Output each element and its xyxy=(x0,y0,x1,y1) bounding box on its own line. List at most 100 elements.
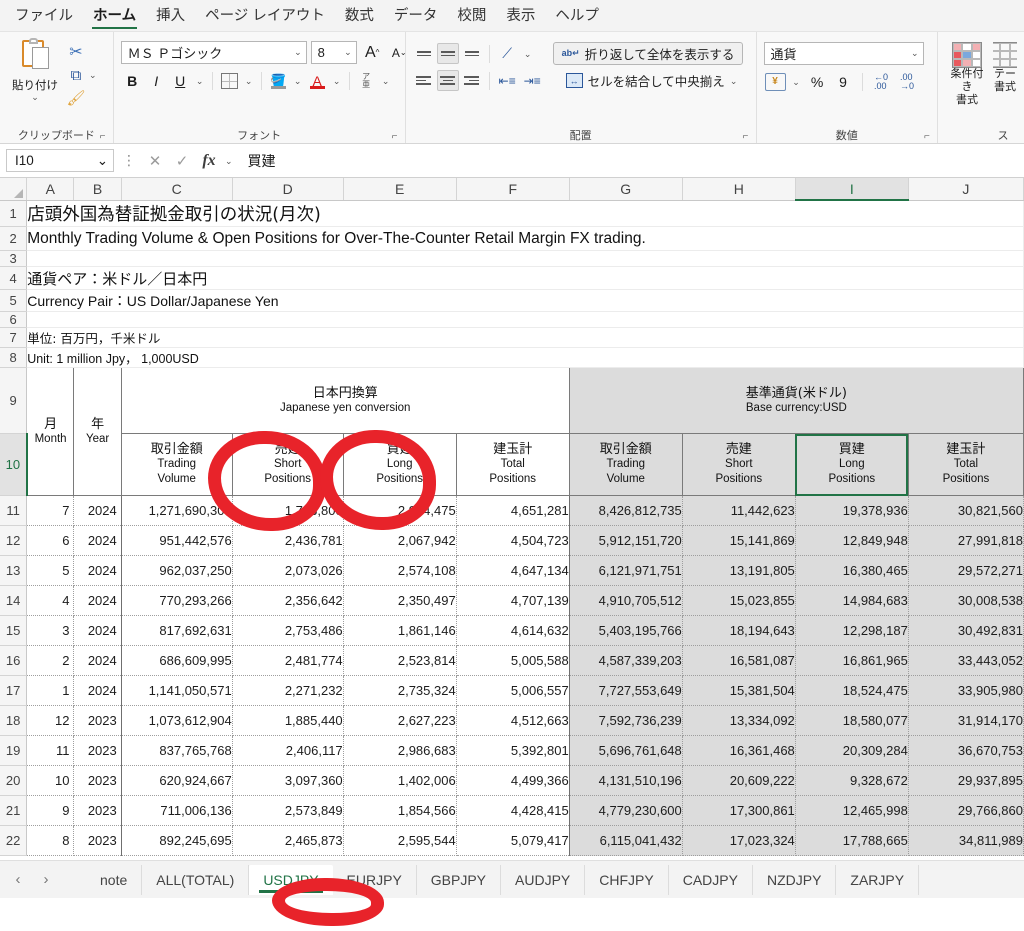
ribbon-tab-view[interactable]: 表示 xyxy=(497,1,544,31)
cell-usd-long[interactable]: 20,309,284 xyxy=(795,735,909,766)
column-header-g[interactable]: G xyxy=(569,178,683,201)
cell-a2-title-en[interactable]: Monthly Trading Volume & Open Positions … xyxy=(26,226,1024,251)
align-top-button[interactable] xyxy=(413,43,435,64)
underline-chevron-down-icon[interactable]: ⌄ xyxy=(193,69,207,92)
merge-chevron-down-icon[interactable]: ⌄ xyxy=(730,76,738,85)
cell-jpy-total[interactable]: 4,499,366 xyxy=(456,765,570,796)
cell-usd-short[interactable]: 15,023,855 xyxy=(682,585,796,616)
header-usd-total-positions[interactable]: 建玉計 Total Positions xyxy=(907,433,1024,496)
cell-usd-short[interactable]: 13,334,092 xyxy=(682,705,796,736)
cell-jpy-volume[interactable]: 817,692,631 xyxy=(121,615,233,646)
phonetic-guide-button[interactable]: ア 亜 xyxy=(355,69,378,92)
row-header-21[interactable]: 21 xyxy=(0,795,28,826)
orientation-button[interactable]: ⟋ xyxy=(496,42,519,65)
cell-jpy-volume[interactable]: 686,609,995 xyxy=(121,645,233,676)
column-header-a[interactable]: A xyxy=(26,178,75,201)
confirm-entry-icon[interactable]: ✓ xyxy=(171,152,193,170)
cell-month[interactable]: 1 xyxy=(26,675,75,706)
cell-usd-long[interactable]: 16,861,965 xyxy=(795,645,909,676)
cell-jpy-total[interactable]: 5,005,588 xyxy=(456,645,570,676)
row-header-18[interactable]: 18 xyxy=(0,705,28,736)
cell-jpy-short[interactable]: 2,356,642 xyxy=(232,585,344,616)
ribbon-tab-help[interactable]: ヘルプ xyxy=(546,1,608,31)
cell-jpy-short[interactable]: 2,271,232 xyxy=(232,675,344,706)
increase-indent-button[interactable]: ⇥≡ xyxy=(521,69,544,92)
font-dialog-launcher-icon[interactable]: ⌐ xyxy=(392,131,403,142)
cell-month[interactable]: 2 xyxy=(26,645,75,676)
cell-a3-blank[interactable] xyxy=(26,250,1024,267)
cell-usd-total[interactable]: 29,766,860 xyxy=(908,795,1024,826)
decrease-decimal-button[interactable]: .00 →0 xyxy=(896,70,919,93)
sheet-tab-cadjpy[interactable]: CADJPY xyxy=(669,864,753,895)
cell-jpy-volume[interactable]: 951,442,576 xyxy=(121,525,233,556)
cell-usd-long[interactable]: 12,465,998 xyxy=(795,795,909,826)
cell-usd-total[interactable]: 33,905,980 xyxy=(908,675,1024,706)
sheet-tab-audjpy[interactable]: AUDJPY xyxy=(501,864,586,895)
cell-jpy-volume[interactable]: 892,245,695 xyxy=(121,825,233,856)
ribbon-tab-insert[interactable]: 挿入 xyxy=(147,1,194,31)
cell-jpy-short[interactable]: 2,573,849 xyxy=(232,795,344,826)
cell-usd-long[interactable]: 14,984,683 xyxy=(795,585,909,616)
cell-year[interactable]: 2023 xyxy=(73,765,122,796)
paste-chevron-down-icon[interactable]: ⌄ xyxy=(31,93,39,102)
fill-color-chevron-down-icon[interactable]: ⌄ xyxy=(291,69,305,92)
cell-usd-short[interactable]: 15,141,869 xyxy=(682,525,796,556)
sheet-tab-nzdjpy[interactable]: NZDJPY xyxy=(753,864,837,895)
align-bottom-button[interactable] xyxy=(461,43,483,64)
row-header-16[interactable]: 16 xyxy=(0,645,28,676)
cell-jpy-long[interactable]: 2,523,814 xyxy=(343,645,457,676)
formula-input[interactable] xyxy=(237,149,1018,172)
cell-jpy-short[interactable]: 1,885,440 xyxy=(232,705,344,736)
cell-usd-volume[interactable]: 4,131,510,196 xyxy=(569,765,683,796)
cell-usd-long[interactable]: 18,524,475 xyxy=(795,675,909,706)
align-middle-button[interactable] xyxy=(436,43,459,64)
align-center-button[interactable] xyxy=(436,70,459,91)
cell-jpy-long[interactable]: 2,350,497 xyxy=(343,585,457,616)
cell-jpy-long[interactable]: 1,854,566 xyxy=(343,795,457,826)
header-usd-short-positions[interactable]: 売建 Short Positions xyxy=(681,433,796,496)
fill-color-button[interactable]: 🪣 xyxy=(267,69,290,92)
cell-jpy-long[interactable]: 1,402,006 xyxy=(343,765,457,796)
ribbon-tab-home[interactable]: ホーム xyxy=(84,1,145,31)
sheet-tab-eurjpy[interactable]: EURJPY xyxy=(333,864,417,895)
font-size-combo[interactable]: 8 ⌄ xyxy=(310,41,357,64)
align-left-button[interactable] xyxy=(413,70,435,91)
cell-jpy-volume[interactable]: 837,765,768 xyxy=(121,735,233,766)
row-header-13[interactable]: 13 xyxy=(0,555,28,586)
cell-jpy-short[interactable]: 2,406,117 xyxy=(232,735,344,766)
row-header-1[interactable]: 1 xyxy=(0,200,28,227)
cell-jpy-short[interactable]: 2,753,486 xyxy=(232,615,344,646)
cell-jpy-short[interactable]: 2,436,781 xyxy=(232,525,344,556)
cell-usd-short[interactable]: 17,300,861 xyxy=(682,795,796,826)
insert-function-icon[interactable]: fx xyxy=(198,152,220,170)
cell-a6-blank[interactable] xyxy=(26,311,1024,328)
cell-jpy-short[interactable]: 2,481,774 xyxy=(232,645,344,676)
cell-usd-short[interactable]: 11,442,623 xyxy=(682,495,796,526)
alignment-dialog-launcher-icon[interactable]: ⌐ xyxy=(743,131,754,142)
column-header-e[interactable]: E xyxy=(343,178,457,201)
cell-jpy-volume[interactable]: 1,141,050,571 xyxy=(121,675,233,706)
cell-month[interactable]: 7 xyxy=(26,495,75,526)
font-size-chevron-down-icon[interactable]: ⌄ xyxy=(344,47,352,58)
row-header-20[interactable]: 20 xyxy=(0,765,28,796)
row-header-2[interactable]: 2 xyxy=(0,226,28,251)
sheet-tab-all-total[interactable]: ALL(TOTAL) xyxy=(142,864,250,895)
format-painter-button[interactable]: 🖌 xyxy=(65,88,97,108)
cell-usd-total[interactable]: 34,811,989 xyxy=(908,825,1024,856)
clipboard-dialog-launcher-icon[interactable]: ⌐ xyxy=(100,131,111,142)
cell-jpy-long[interactable]: 2,574,108 xyxy=(343,555,457,586)
previous-sheet-icon[interactable]: ‹ xyxy=(4,871,32,888)
header-year[interactable]: 年 Year xyxy=(73,367,122,496)
cell-jpy-long[interactable]: 2,595,544 xyxy=(343,825,457,856)
row-header-11[interactable]: 11 xyxy=(0,495,28,526)
row-header-22[interactable]: 22 xyxy=(0,825,28,856)
sheet-tab-note[interactable]: note xyxy=(86,864,143,895)
font-name-chevron-down-icon[interactable]: ⌄ xyxy=(294,47,302,58)
number-format-chevron-down-icon[interactable]: ⌄ xyxy=(911,48,919,59)
column-header-f[interactable]: F xyxy=(456,178,570,201)
row-header-5[interactable]: 5 xyxy=(0,289,28,312)
row-header-8[interactable]: 8 xyxy=(0,347,28,368)
cell-a5-pair-en[interactable]: Currency Pair：US Dollar/Japanese Yen xyxy=(26,289,1024,312)
row-header-14[interactable]: 14 xyxy=(0,585,28,616)
cell-usd-total[interactable]: 29,572,271 xyxy=(908,555,1024,586)
